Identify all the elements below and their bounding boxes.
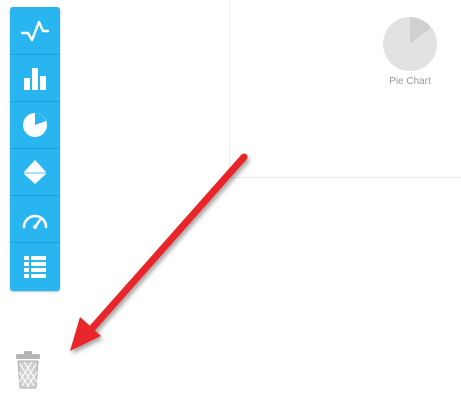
funnel-chart-icon — [24, 160, 46, 184]
bar-chart-button[interactable] — [10, 55, 60, 102]
table-list-icon — [24, 255, 46, 278]
pie-chart-widget[interactable]: Pie Chart — [380, 16, 440, 87]
line-chart-icon — [20, 20, 50, 42]
table-list-button[interactable] — [10, 243, 60, 290]
pie-chart-icon — [23, 113, 47, 137]
bar-chart-icon — [24, 68, 46, 90]
funnel-chart-button[interactable] — [10, 149, 60, 196]
pie-chart-icon — [383, 17, 437, 71]
trash-can-button[interactable] — [14, 350, 42, 390]
chart-type-toolbar — [10, 7, 60, 291]
line-chart-button[interactable] — [10, 8, 60, 55]
gauge-chart-icon — [22, 214, 48, 229]
trash-can-icon — [16, 351, 40, 389]
pie-chart-label: Pie Chart — [389, 76, 431, 87]
gauge-chart-button[interactable] — [10, 196, 60, 243]
pie-chart-button[interactable] — [10, 102, 60, 149]
